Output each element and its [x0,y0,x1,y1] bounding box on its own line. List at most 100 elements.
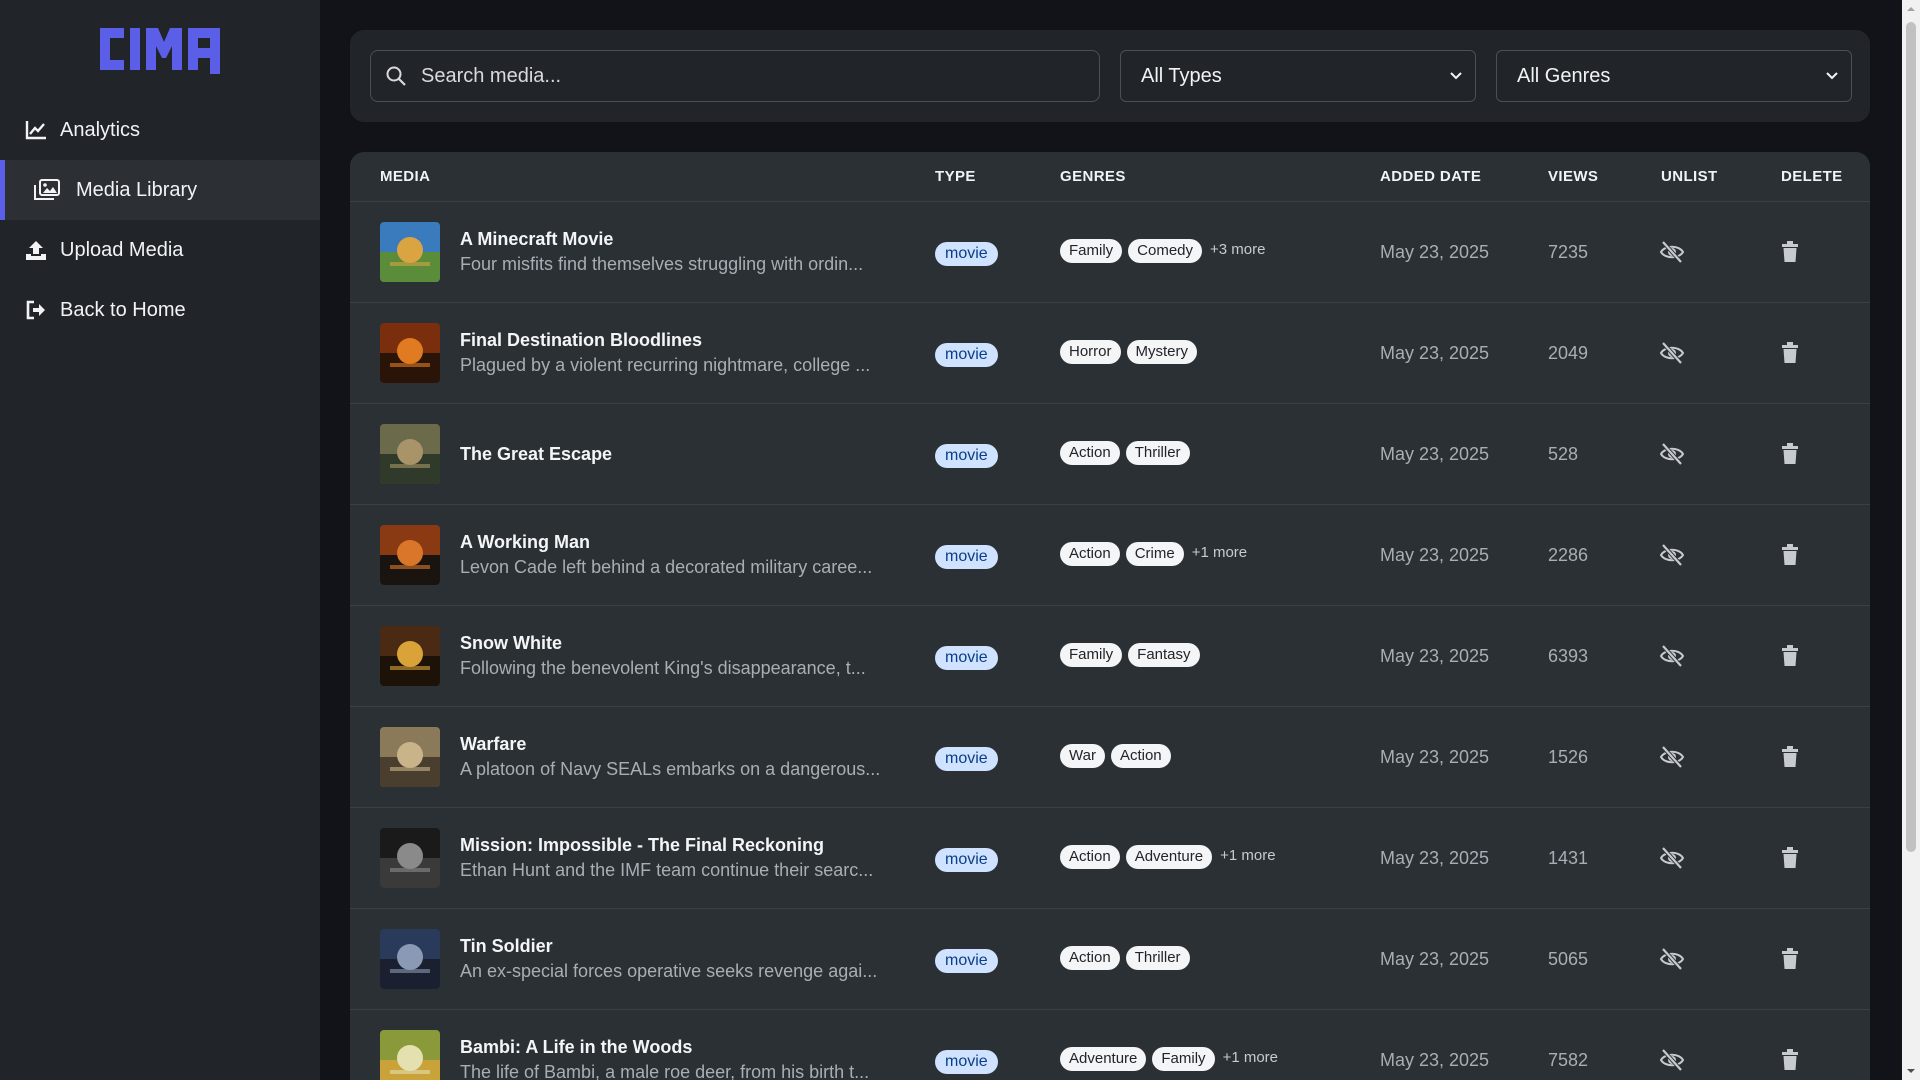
trash-icon [1782,241,1798,262]
column-header-genres[interactable]: GENRES [1060,168,1126,185]
media-title[interactable]: A Minecraft Movie [460,229,613,250]
eye-slash-icon [1659,947,1685,971]
unlist-button[interactable] [1659,745,1685,769]
search-box[interactable] [370,50,1100,102]
delete-button[interactable] [1780,240,1800,264]
delete-button[interactable] [1780,1048,1800,1072]
view-count: 5065 [1548,949,1589,969]
sidebar-item-label: Upload Media [60,238,184,261]
view-count: 7582 [1548,1050,1589,1070]
eye-slash-icon [1659,543,1685,567]
scrollbar-thumb[interactable] [1906,22,1916,852]
unlist-button[interactable] [1659,846,1685,870]
table-row: A Working Man Levon Cade left behind a d… [350,505,1870,606]
media-description: Ethan Hunt and the IMF team continue the… [460,860,874,880]
chart-line-icon [24,118,48,142]
genre-list: Action Thriller [1060,946,1196,970]
delete-button[interactable] [1780,745,1800,769]
search-input[interactable] [421,64,1081,88]
media-title[interactable]: Tin Soldier [460,936,553,957]
added-date: May 23, 2025 [1380,545,1490,565]
delete-button[interactable] [1780,442,1800,466]
media-poster [380,727,440,787]
genre-badge: Fantasy [1128,643,1200,667]
unlist-button[interactable] [1659,543,1685,567]
column-header-media[interactable]: MEDIA [380,168,430,185]
genre-list: Family Fantasy [1060,643,1206,667]
media-poster [380,626,440,686]
eye-slash-icon [1659,341,1685,365]
genre-badge: Mystery [1126,340,1198,364]
eye-slash-icon [1659,644,1685,668]
genre-badge: Thriller [1125,441,1190,465]
sidebar-item-media-library[interactable]: Media Library [0,160,320,220]
column-header-added-date[interactable]: ADDED DATE [1380,168,1481,185]
trash-icon [1782,645,1798,666]
table-header: MEDIA TYPE GENRES ADDED DATE VIEWS UNLIS… [350,152,1870,202]
sidebar-item-back-to-home[interactable]: Back to Home [0,280,320,340]
trash-icon [1782,746,1798,767]
table-row: Snow White Following the benevolent King… [350,606,1870,707]
search-icon [385,65,407,87]
column-header-views[interactable]: VIEWS [1548,168,1598,185]
genre-badge: Horror [1060,340,1121,364]
chevron-down-icon [1826,72,1838,80]
view-count: 6393 [1548,646,1589,666]
genre-list: Family Comedy +3 more [1060,239,1265,263]
view-count: 7235 [1548,242,1589,262]
genre-select[interactable]: All Genres [1496,50,1852,102]
sidebar: Analytics Media Library Upload Media Bac… [0,0,320,1080]
media-description: Four misfits find themselves struggling … [460,254,864,274]
more-genres-label: +1 more [1220,846,1276,864]
media-title[interactable]: Warfare [460,734,526,755]
delete-button[interactable] [1780,543,1800,567]
delete-button[interactable] [1780,846,1800,870]
genre-badge: Family [1060,643,1123,667]
media-title[interactable]: The Great Escape [460,444,612,465]
more-genres-label: +3 more [1210,240,1266,258]
delete-button[interactable] [1780,644,1800,668]
genre-badge: Action [1060,441,1120,465]
added-date: May 23, 2025 [1380,646,1490,666]
genre-select-value: All Genres [1517,64,1611,87]
unlist-button[interactable] [1659,644,1685,668]
delete-button[interactable] [1780,947,1800,971]
sidebar-item-label: Back to Home [60,298,186,321]
genre-list: Action Adventure +1 more [1060,845,1276,869]
chevron-down-icon [1450,72,1462,80]
media-poster [380,323,440,383]
sidebar-item-analytics[interactable]: Analytics [0,100,320,160]
media-title[interactable]: A Working Man [460,532,590,553]
trash-icon [1782,847,1798,868]
type-badge: movie [935,444,998,468]
unlist-button[interactable] [1659,1048,1685,1072]
scroll-up-arrow-icon[interactable] [1906,4,1916,14]
genre-badge: Action [1060,542,1120,566]
table-row: Tin Soldier An ex-special forces operati… [350,909,1870,1010]
media-title[interactable]: Final Destination Bloodlines [460,330,702,351]
media-title[interactable]: Bambi: A Life in the Woods [460,1037,692,1058]
unlist-button[interactable] [1659,341,1685,365]
cima-logo[interactable] [96,22,224,76]
unlist-button[interactable] [1659,240,1685,264]
column-header-delete: DELETE [1781,168,1843,185]
column-header-type[interactable]: TYPE [935,168,976,185]
unlist-button[interactable] [1659,442,1685,466]
type-badge: movie [935,1050,998,1074]
type-select[interactable]: All Types [1120,50,1476,102]
sidebar-item-upload-media[interactable]: Upload Media [0,220,320,280]
eye-slash-icon [1659,240,1685,264]
genre-badge: Family [1060,239,1123,263]
view-count: 528 [1548,444,1579,464]
genre-list: War Action [1060,744,1177,768]
type-badge: movie [935,646,998,670]
media-description: The life of Bambi, a male roe deer, from… [460,1062,870,1080]
media-title[interactable]: Snow White [460,633,562,654]
unlist-button[interactable] [1659,947,1685,971]
delete-button[interactable] [1780,341,1800,365]
eye-slash-icon [1659,1048,1685,1072]
scroll-down-arrow-icon[interactable] [1906,1066,1916,1076]
eye-slash-icon [1659,846,1685,870]
table-row: A Minecraft Movie Four misfits find them… [350,202,1870,303]
media-title[interactable]: Mission: Impossible - The Final Reckonin… [460,835,824,856]
